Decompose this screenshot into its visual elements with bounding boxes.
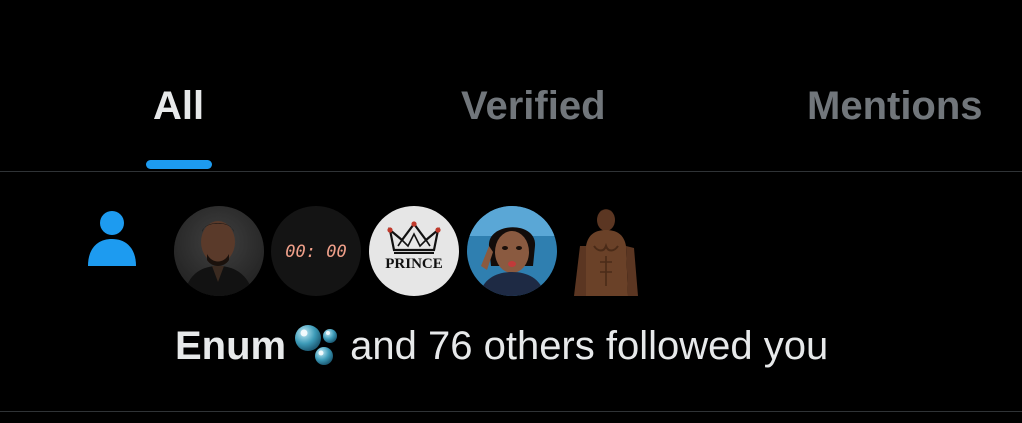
bubbles-icon	[295, 325, 338, 365]
tab-bar: All Verified Mentions	[0, 0, 1022, 172]
tab-verified[interactable]: Verified	[461, 82, 606, 130]
avatar-shirtless-man-photo[interactable]	[564, 206, 654, 296]
tab-mentions[interactable]: Mentions	[807, 82, 983, 130]
avatar-digital-clock[interactable]: 00: 00	[271, 206, 361, 296]
tab-all[interactable]: All	[153, 82, 204, 130]
notification-message: and 76 others followed you	[350, 324, 829, 368]
avatar-woman-photo[interactable]	[467, 206, 557, 296]
actor-name[interactable]: Enum	[175, 324, 286, 368]
notification-text: Enum and 76 others followed you	[175, 322, 828, 370]
divider	[0, 411, 1022, 412]
active-tab-indicator	[146, 160, 212, 169]
logo-text: PRINCE	[385, 256, 443, 272]
clock-text: 00: 00	[285, 242, 346, 262]
person-icon	[88, 211, 136, 266]
avatar-man-photo[interactable]	[174, 206, 264, 296]
avatar-prince-crown-logo[interactable]: PRINCE	[369, 206, 459, 296]
